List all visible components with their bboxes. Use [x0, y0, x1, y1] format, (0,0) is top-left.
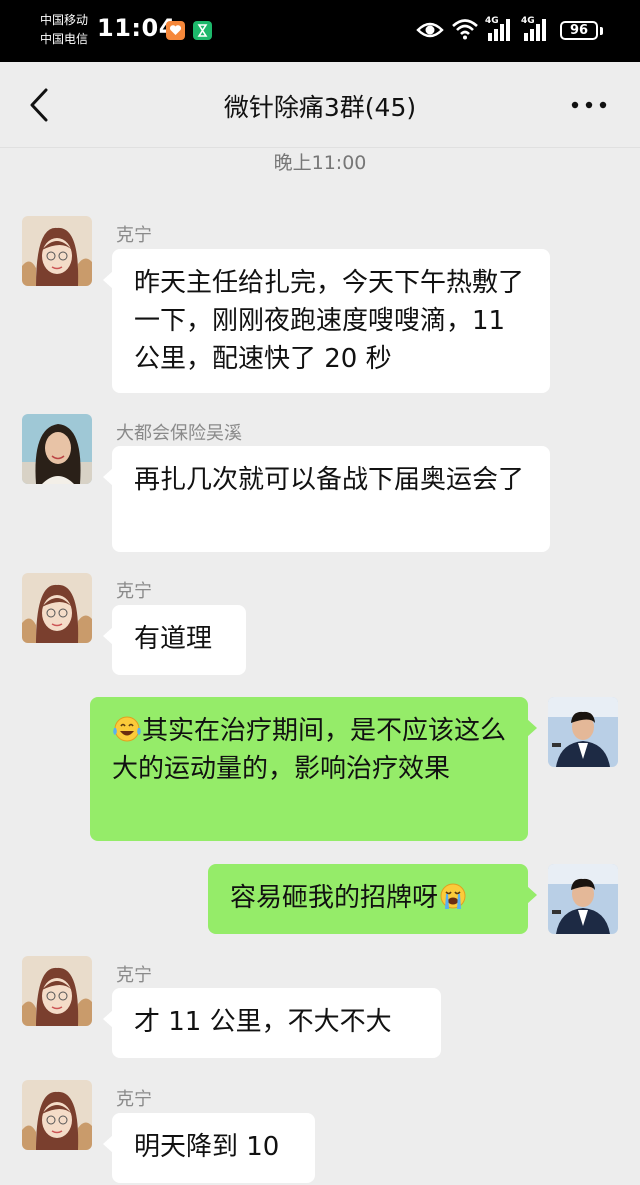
my-avatar[interactable]	[548, 697, 618, 767]
my-avatar[interactable]	[548, 864, 618, 934]
battery-icon: 96	[560, 21, 598, 40]
message-text: 再扎几次就可以备战下届奥运会了	[134, 465, 525, 495]
avatar[interactable]	[22, 573, 92, 643]
avatar[interactable]	[22, 1080, 92, 1150]
clock: 11:04	[97, 14, 176, 42]
sender-name: 克宁	[116, 225, 152, 246]
tears-of-joy-emoji	[113, 716, 141, 742]
more-options-button[interactable]	[566, 92, 612, 118]
loudly-crying-face-emoji	[440, 883, 466, 909]
message-bubble[interactable]: 昨天主任给扎完，今天下午热敷了一下，刚刚夜跑速度嗖嗖滴，11 公里，配速快了 2…	[103, 249, 550, 393]
sender-name: 大都会保险吴溪	[116, 423, 242, 444]
message-text: 昨天主任给扎完，今天下午热敷了一下，刚刚夜跑速度嗖嗖滴，11 公里，配速快了 2…	[134, 268, 525, 374]
message-text: 其实在治疗期间，是不应该这么大的运动量的，影响治疗效果	[112, 716, 507, 784]
message-text: 明天降到 10	[134, 1132, 280, 1162]
chat-timestamp: 晚上11:00	[273, 152, 367, 174]
carrier-2: 中国电信	[40, 32, 89, 46]
chat-header: 微针除痛3群(45)	[0, 62, 640, 148]
message-bubble[interactable]: 其实在治疗期间，是不应该这么大的运动量的，影响治疗效果	[90, 697, 537, 841]
message-text: 才 11 公里，不大不大	[134, 1007, 392, 1037]
avatar[interactable]	[22, 216, 92, 286]
message-text: 容易砸我的招牌呀	[230, 883, 439, 913]
avatar[interactable]	[22, 956, 92, 1026]
signal-icon	[488, 19, 510, 41]
signal-icon	[524, 19, 546, 41]
avatar[interactable]	[22, 414, 92, 484]
message-bubble[interactable]: 再扎几次就可以备战下届奥运会了	[103, 446, 550, 552]
chat-title: 微针除痛3群(45)	[223, 93, 417, 122]
sender-name: 克宁	[116, 1089, 152, 1110]
wifi-icon	[452, 19, 478, 40]
message-bubble[interactable]: 明天降到 10	[103, 1113, 315, 1183]
health-app-icon	[166, 21, 185, 40]
message-bubble[interactable]: 有道理	[103, 605, 246, 675]
timer-app-icon	[193, 21, 212, 40]
status-bar: 中国移动 中国电信 11:04 4G 4G 96	[0, 0, 640, 62]
carrier-info: 中国移动 中国电信	[40, 11, 88, 49]
sender-name: 克宁	[116, 581, 152, 602]
carrier-1: 中国移动	[40, 13, 89, 27]
message-bubble[interactable]: 容易砸我的招牌呀	[208, 864, 537, 934]
message-bubble[interactable]: 才 11 公里，不大不大	[103, 988, 441, 1058]
message-text: 有道理	[134, 624, 213, 654]
sender-name: 克宁	[116, 965, 152, 986]
battery-tip	[600, 27, 603, 35]
eye-icon	[416, 22, 444, 38]
